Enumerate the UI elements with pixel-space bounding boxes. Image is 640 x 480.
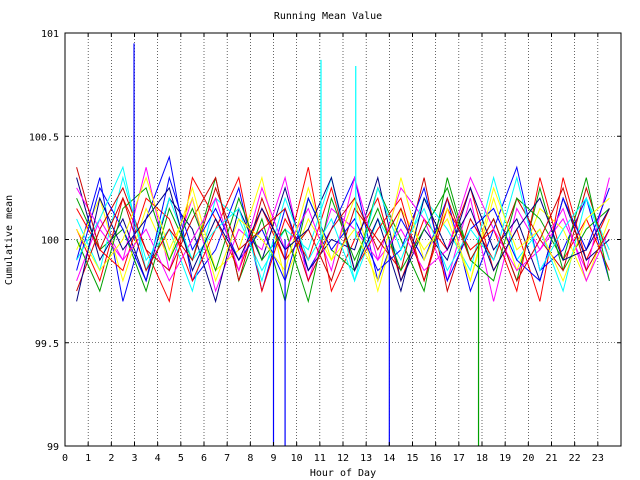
x-axis-label: Hour of Day <box>310 468 376 479</box>
y-axis-label: Cumulative mean <box>4 195 15 285</box>
x-tick-label: 0 <box>62 453 68 464</box>
x-tick-label: 19 <box>499 453 511 464</box>
x-tick-label: 7 <box>224 453 230 464</box>
x-tick-label: 10 <box>291 453 303 464</box>
x-tick-label: 23 <box>592 453 604 464</box>
y-tick-label: 99.5 <box>35 339 59 350</box>
x-tick-label: 11 <box>314 453 326 464</box>
series-lines <box>76 43 610 446</box>
x-tick-label: 21 <box>545 453 557 464</box>
x-tick-label: 16 <box>430 453 442 464</box>
x-tick-label: 14 <box>383 453 395 464</box>
x-tick-label: 5 <box>178 453 184 464</box>
x-tick-label: 9 <box>270 453 276 464</box>
x-tick-label: 12 <box>337 453 349 464</box>
x-tick-label: 15 <box>406 453 418 464</box>
x-tick-label: 2 <box>108 453 114 464</box>
x-tick-label: 18 <box>476 453 488 464</box>
grid-lines <box>65 33 621 446</box>
x-tick-label: 3 <box>131 453 137 464</box>
x-tick-label: 8 <box>247 453 253 464</box>
y-tick-label: 101 <box>41 29 59 40</box>
chart-title: Running Mean Value <box>274 11 382 22</box>
x-tick-label: 17 <box>453 453 465 464</box>
y-tick-label: 100.5 <box>29 132 59 143</box>
x-tick-label: 4 <box>155 453 161 464</box>
y-tick-label: 99 <box>47 442 59 453</box>
x-tick-label: 6 <box>201 453 207 464</box>
running-mean-chart: Running Mean Value 9999.5100100.5101 012… <box>4 11 622 479</box>
x-tick-label: 20 <box>522 453 534 464</box>
y-tick-label: 100 <box>41 236 59 247</box>
x-tick-label: 13 <box>360 453 372 464</box>
x-tick-label: 1 <box>85 453 91 464</box>
x-tick-label: 22 <box>569 453 581 464</box>
